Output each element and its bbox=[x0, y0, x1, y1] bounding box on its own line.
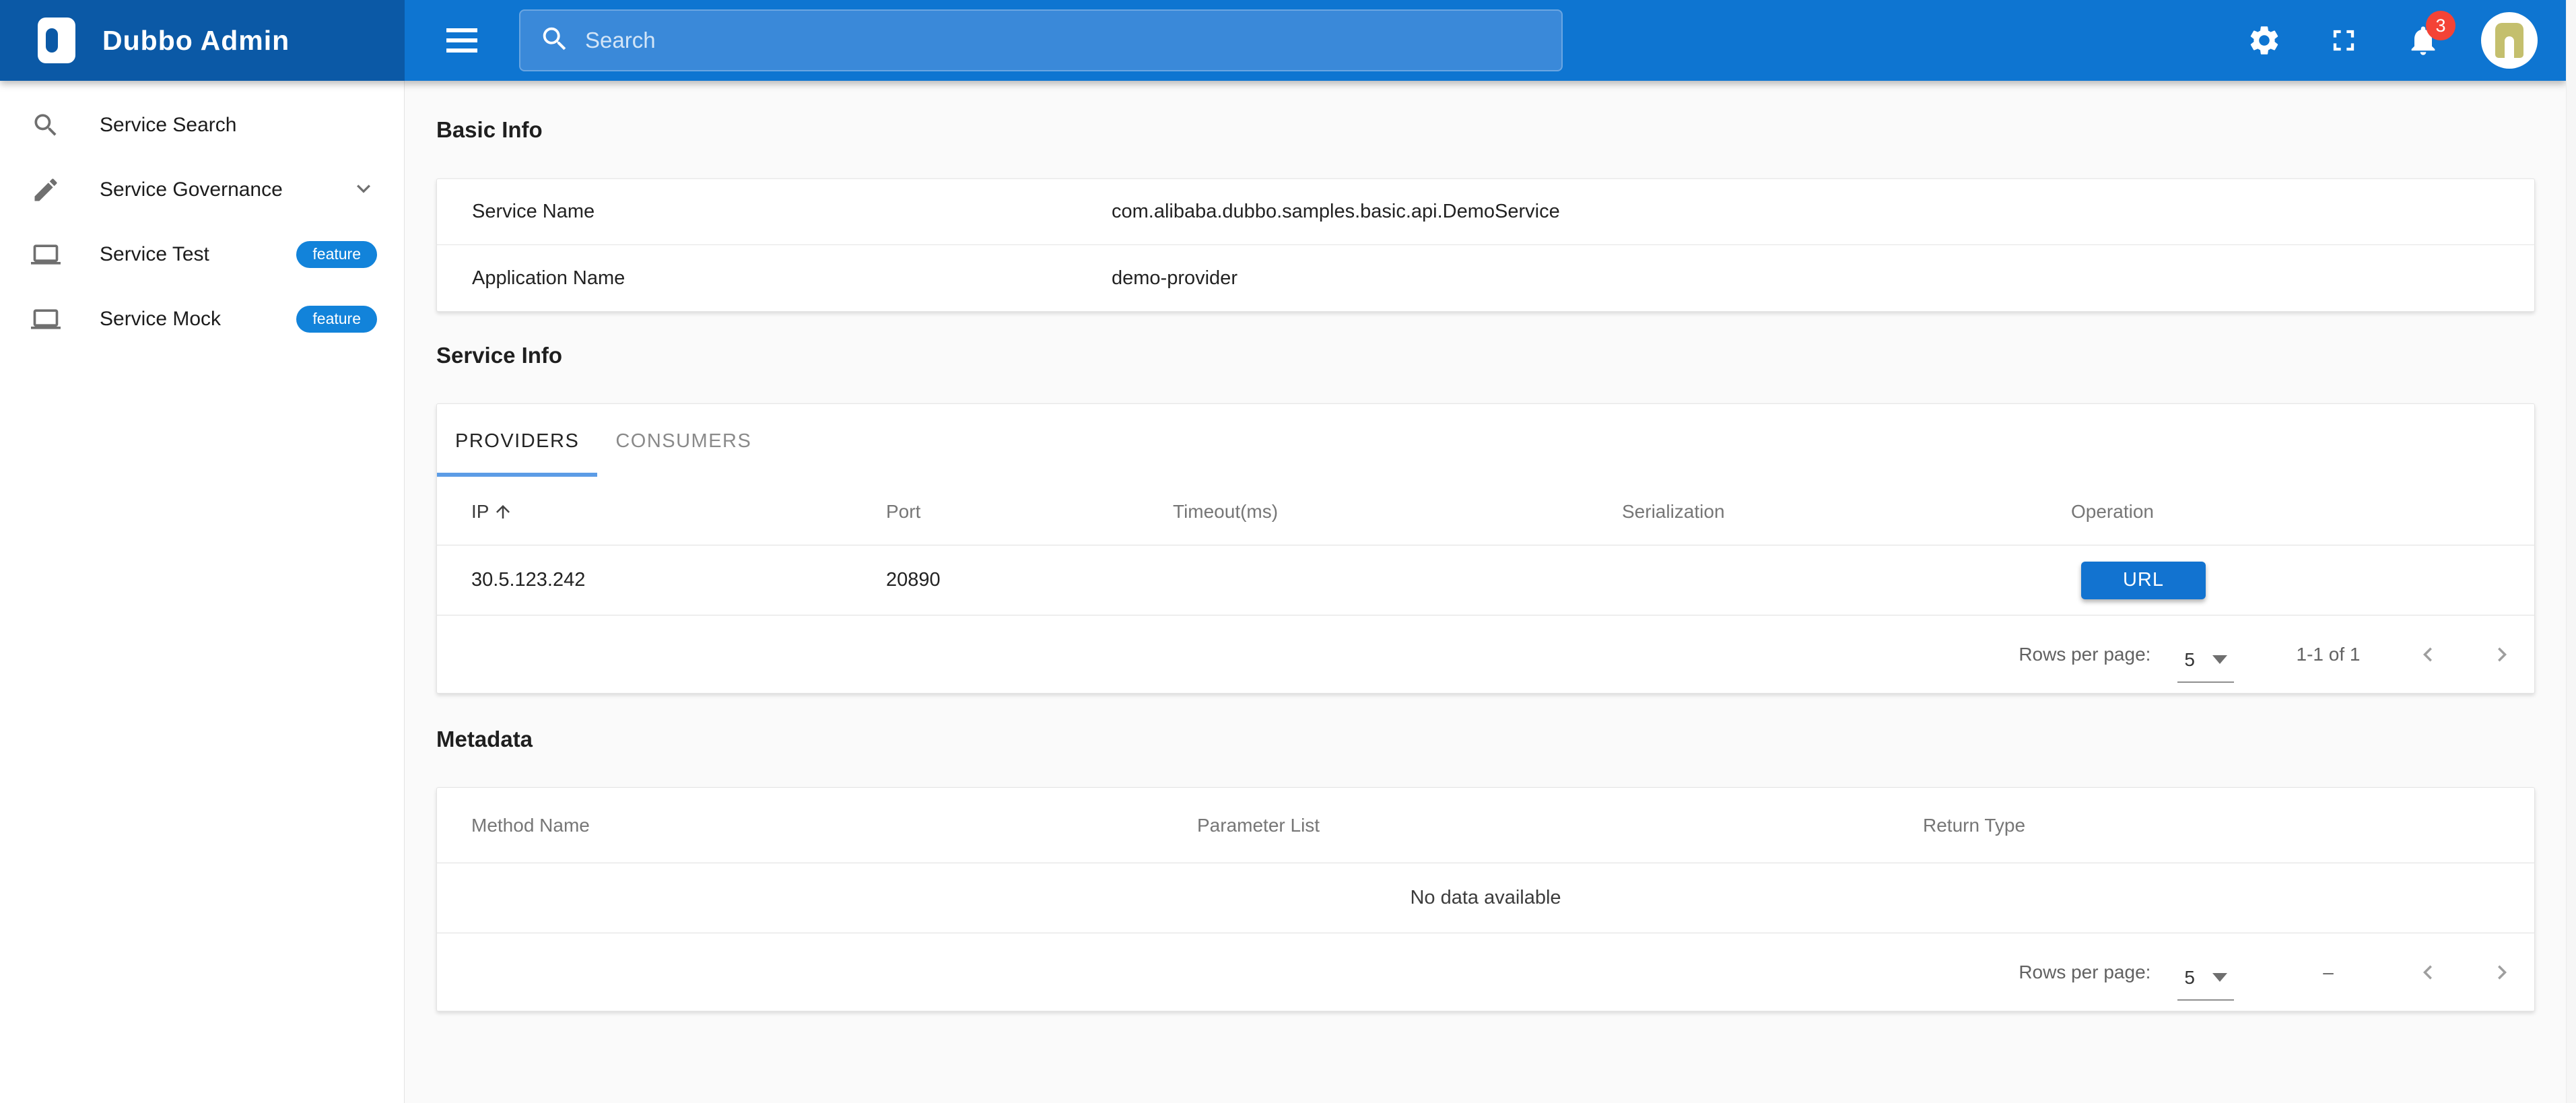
providers-pagination: Rows per page: 5 1-1 of 1 bbox=[437, 615, 2534, 693]
info-label: Service Name bbox=[437, 201, 1112, 223]
column-header-operation[interactable]: Operation bbox=[2071, 501, 2534, 523]
sidebar-item-service-governance[interactable]: Service Governance bbox=[0, 158, 404, 222]
sidebar-item-service-test[interactable]: Service Test feature bbox=[0, 222, 404, 287]
metadata-pagination: Rows per page: 5 – bbox=[437, 933, 2534, 1011]
info-label: Application Name bbox=[437, 267, 1112, 290]
info-value: demo-provider bbox=[1112, 267, 1238, 290]
info-value: com.alibaba.dubbo.samples.basic.api.Demo… bbox=[1112, 201, 1560, 223]
column-header-timeout[interactable]: Timeout(ms) bbox=[1173, 501, 1622, 523]
tab-consumers[interactable]: CONSUMERS bbox=[597, 404, 770, 478]
search-input[interactable] bbox=[585, 28, 1543, 53]
search-field[interactable] bbox=[519, 9, 1563, 71]
fullscreen-icon[interactable] bbox=[2322, 19, 2365, 62]
info-row-service-name: Service Name com.alibaba.dubbo.samples.b… bbox=[437, 179, 2534, 245]
column-header-method-name: Method Name bbox=[471, 815, 1197, 836]
column-header-serialization[interactable]: Serialization bbox=[1622, 501, 2071, 523]
pagination-range: 1-1 of 1 bbox=[2288, 644, 2369, 665]
empty-state-text: No data available bbox=[1410, 887, 1561, 909]
app-bar: Dubbo Admin 3 bbox=[0, 0, 2566, 81]
app-bar-brand: Dubbo Admin bbox=[0, 0, 405, 81]
column-header-parameter-list: Parameter List bbox=[1197, 815, 1923, 836]
sidebar-item-service-mock[interactable]: Service Mock feature bbox=[0, 287, 404, 352]
menu-icon[interactable] bbox=[438, 17, 485, 64]
rows-per-page-select[interactable]: 5 bbox=[2177, 645, 2234, 683]
chevron-right-icon[interactable] bbox=[2487, 640, 2517, 669]
feature-badge: feature bbox=[296, 306, 377, 333]
sort-arrow-up-icon bbox=[493, 502, 513, 522]
rows-per-page-select[interactable]: 5 bbox=[2177, 963, 2234, 1001]
main-content: Basic Info Service Name com.alibaba.dubb… bbox=[405, 81, 2566, 1103]
sidebar-item-label: Service Search bbox=[100, 114, 236, 137]
scrollbar-track[interactable] bbox=[2566, 0, 2576, 1103]
service-info-card: PROVIDERS CONSUMERS IP Port Timeout(ms) … bbox=[436, 403, 2535, 694]
metadata-title: Metadata bbox=[436, 726, 2535, 753]
table-row: 30.5.123.242 20890 URL bbox=[437, 545, 2534, 615]
url-button[interactable]: URL bbox=[2081, 562, 2206, 599]
basic-info-card: Service Name com.alibaba.dubbo.samples.b… bbox=[436, 178, 2535, 312]
search-icon bbox=[31, 110, 61, 140]
laptop-icon bbox=[31, 304, 61, 334]
chevron-down-icon bbox=[350, 175, 377, 205]
app-bar-actions: 3 bbox=[2243, 12, 2538, 69]
app-bar-main: 3 bbox=[405, 0, 2566, 81]
service-info-title: Service Info bbox=[436, 342, 2535, 369]
cell-port: 20890 bbox=[886, 569, 1173, 591]
service-info-tabs: PROVIDERS CONSUMERS bbox=[437, 404, 2534, 478]
sidebar: Service Search Service Governance Servic… bbox=[0, 81, 405, 1103]
sidebar-item-label: Service Test bbox=[100, 243, 209, 266]
notification-count-badge: 3 bbox=[2426, 11, 2455, 40]
app-title: Dubbo Admin bbox=[102, 25, 290, 57]
sidebar-item-service-search[interactable]: Service Search bbox=[0, 93, 404, 158]
notifications-bell-icon[interactable]: 3 bbox=[2402, 19, 2445, 62]
tab-providers[interactable]: PROVIDERS bbox=[437, 404, 597, 478]
avatar[interactable] bbox=[2481, 12, 2538, 69]
sidebar-item-label: Service Mock bbox=[100, 308, 221, 331]
cell-ip: 30.5.123.242 bbox=[471, 569, 886, 591]
search-icon bbox=[539, 24, 570, 58]
providers-table-header: IP Port Timeout(ms) Serialization Operat… bbox=[437, 478, 2534, 545]
caret-down-icon bbox=[2212, 973, 2227, 982]
chevron-left-icon[interactable] bbox=[2413, 640, 2443, 669]
avatar-glyph-icon bbox=[2495, 23, 2523, 58]
rows-per-page-label: Rows per page: bbox=[2019, 644, 2150, 665]
feature-badge: feature bbox=[296, 241, 377, 268]
dubbo-logo-icon bbox=[38, 18, 75, 63]
info-row-application-name: Application Name demo-provider bbox=[437, 245, 2534, 311]
metadata-table-header: Method Name Parameter List Return Type bbox=[437, 788, 2534, 863]
rows-per-page-label: Rows per page: bbox=[2019, 962, 2150, 983]
column-header-ip[interactable]: IP bbox=[471, 501, 886, 523]
metadata-card: Method Name Parameter List Return Type N… bbox=[436, 787, 2535, 1011]
basic-info-title: Basic Info bbox=[436, 116, 2535, 143]
caret-down-icon bbox=[2212, 655, 2227, 664]
pagination-range: – bbox=[2288, 962, 2369, 983]
column-header-port[interactable]: Port bbox=[886, 501, 1173, 523]
settings-gear-icon[interactable] bbox=[2243, 19, 2286, 62]
sidebar-item-label: Service Governance bbox=[100, 178, 283, 201]
chevron-right-icon[interactable] bbox=[2487, 958, 2517, 987]
column-header-return-type: Return Type bbox=[1923, 815, 2534, 836]
pencil-icon bbox=[31, 175, 61, 205]
empty-state-row: No data available bbox=[437, 863, 2534, 933]
chevron-left-icon[interactable] bbox=[2413, 958, 2443, 987]
laptop-icon bbox=[31, 240, 61, 269]
